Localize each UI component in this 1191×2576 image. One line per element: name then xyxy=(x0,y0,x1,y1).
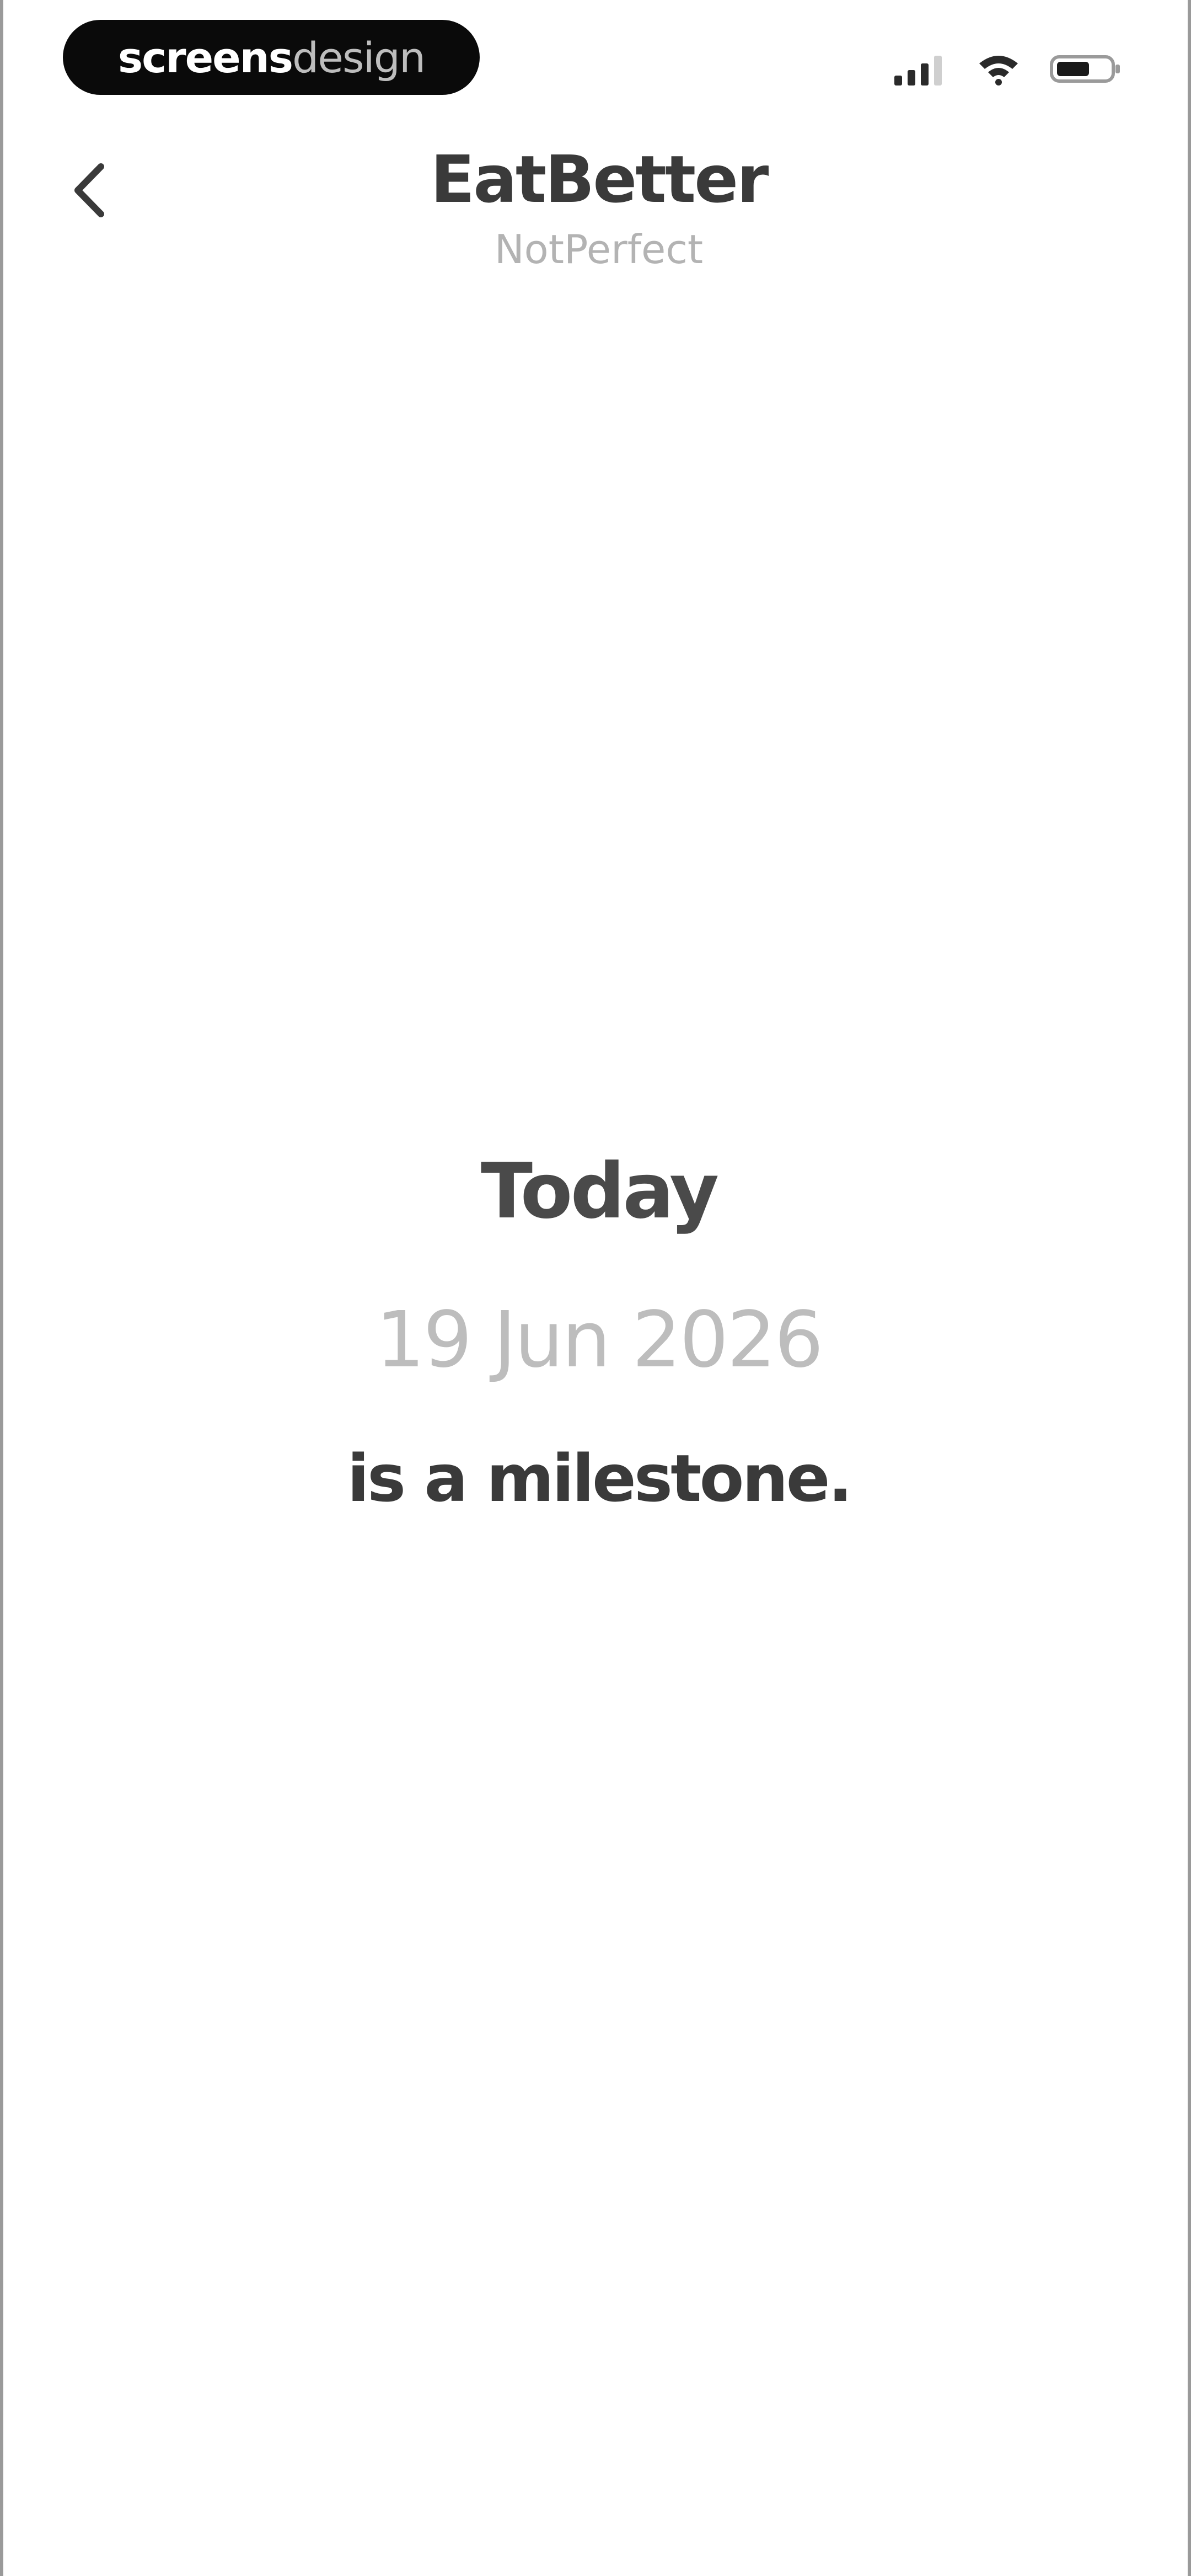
wifi-icon xyxy=(977,52,1020,85)
brand-text-strong: screens xyxy=(117,33,293,82)
brand-text-light: design xyxy=(292,33,426,82)
nav-header: EatBetter NotPerfect xyxy=(3,121,1191,298)
status-icons xyxy=(894,50,1122,88)
brand-badge: screens design xyxy=(63,20,480,95)
milestone-caption: is a milestone. xyxy=(347,1440,853,1516)
app-title: EatBetter xyxy=(430,141,769,217)
status-bar: screens design xyxy=(3,0,1191,121)
app-subtitle: NotPerfect xyxy=(494,226,704,272)
milestone-date: 19 Jun 2026 xyxy=(375,1295,823,1385)
battery-icon xyxy=(1050,52,1122,85)
milestone-card: Today 19 Jun 2026 is a milestone. xyxy=(3,1136,1191,1528)
signal-icon xyxy=(894,52,947,85)
milestone-heading: Today xyxy=(480,1147,719,1236)
app-screen: screens design EatBetter NotPerfect Toda… xyxy=(0,0,1191,2576)
